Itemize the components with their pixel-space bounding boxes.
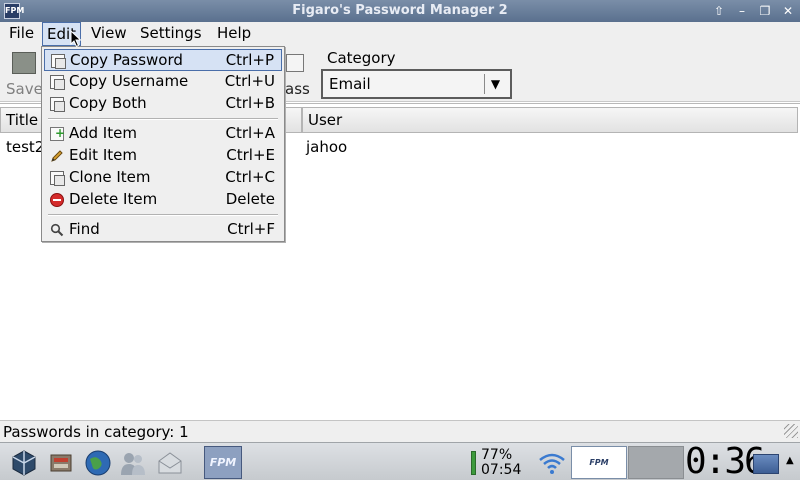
menu-item-label: Delete Item [69,190,158,208]
wifi-icon[interactable] [537,449,567,475]
menu-item-label: Find [69,220,100,238]
show-desktop-icon[interactable] [753,454,779,474]
menu-view[interactable]: View [87,22,131,46]
copy-password-button-label[interactable]: ass [285,80,310,98]
resize-grip-icon[interactable] [784,424,798,438]
title-bar: FPM Figaro's Password Manager 2 ⇧ – ❐ ✕ [0,0,800,22]
category-label: Category [327,49,396,67]
menu-item-copy-password[interactable]: Copy Password Ctrl+P [44,49,282,71]
desktop-pager-2[interactable] [628,446,684,479]
menu-item-shortcut: Ctrl+C [225,168,275,186]
menu-item-find[interactable]: Find Ctrl+F [44,219,282,241]
tray-expand-icon[interactable]: ▲ [786,455,794,466]
category-select[interactable]: Email ▼ [321,69,512,99]
menu-bar: File Edit View Settings Help [0,22,800,46]
menu-item-label: Edit Item [69,146,137,164]
globe-icon[interactable] [84,449,112,477]
save-icon[interactable] [12,52,36,74]
menu-item-label: Copy Both [69,94,147,112]
fpm-task-button[interactable]: FPM [204,446,242,479]
menu-item-edit-item[interactable]: Edit Item Ctrl+E [44,145,282,167]
up-icon[interactable]: ⇧ [710,3,728,19]
copy-password-icon[interactable] [286,54,304,72]
chevron-down-icon[interactable]: ▼ [484,74,506,94]
menu-separator [48,118,278,120]
copy-icon [50,171,65,186]
menu-item-copy-both[interactable]: Copy Both Ctrl+B [44,93,282,115]
delete-icon [50,193,64,207]
add-icon [50,126,65,141]
status-bar: Passwords in category: 1 [0,420,800,442]
minimize-icon[interactable]: – [733,3,751,19]
clock: 0:36 [685,441,766,480]
mail-icon[interactable] [156,449,184,477]
menu-item-clone-item[interactable]: Clone Item Ctrl+C [44,167,282,189]
menu-item-shortcut: Ctrl+A [225,124,275,142]
edit-menu-dropdown: Copy Password Ctrl+P Copy Username Ctrl+… [41,46,285,242]
package-icon[interactable] [10,449,38,477]
search-icon [50,223,64,237]
restore-icon[interactable]: ❐ [756,3,774,19]
copy-icon [50,75,65,90]
menu-item-shortcut: Ctrl+B [225,94,275,112]
users-icon[interactable] [119,449,147,477]
menu-item-shortcut: Ctrl+E [226,146,275,164]
battery-icon [471,451,476,475]
copy-icon [50,97,65,112]
gear-icon[interactable] [47,449,75,477]
menu-item-label: Copy Username [69,72,189,90]
menu-item-shortcut: Ctrl+U [224,72,275,90]
copy-icon [51,54,66,69]
mouse-cursor-icon [70,30,82,48]
menu-settings[interactable]: Settings [136,22,206,46]
menu-item-shortcut: Delete [225,190,275,208]
status-text: Passwords in category: 1 [3,423,189,441]
column-header-user[interactable]: User [302,107,798,133]
menu-separator [48,214,278,216]
menu-item-delete-item[interactable]: Delete Item Delete [44,189,282,211]
save-button-label[interactable]: Save [6,80,43,98]
desktop-pager-1[interactable]: FPM [571,446,627,479]
table-row-user[interactable]: jahoo [306,138,347,156]
menu-item-shortcut: Ctrl+P [225,51,274,69]
window-title: Figaro's Password Manager 2 [292,3,508,18]
menu-item-label: Copy Password [70,51,183,69]
menu-item-shortcut: Ctrl+F [227,220,275,238]
menu-file[interactable]: File [5,22,38,46]
battery-time: 07:54 [481,462,522,478]
menu-item-label: Add Item [69,124,137,142]
menu-item-add-item[interactable]: Add Item Ctrl+A [44,123,282,145]
pencil-icon [51,150,63,162]
menu-item-copy-username[interactable]: Copy Username Ctrl+U [44,71,282,93]
table-row-title[interactable]: test2 [6,138,44,156]
close-icon[interactable]: ✕ [779,3,797,19]
taskbar: FPM 77% 07:54 FPM 0:36 ▲ [0,442,800,480]
category-value: Email [329,75,371,93]
menu-help[interactable]: Help [213,22,255,46]
battery-percent: 77% [481,447,513,463]
menu-item-label: Clone Item [69,168,151,186]
